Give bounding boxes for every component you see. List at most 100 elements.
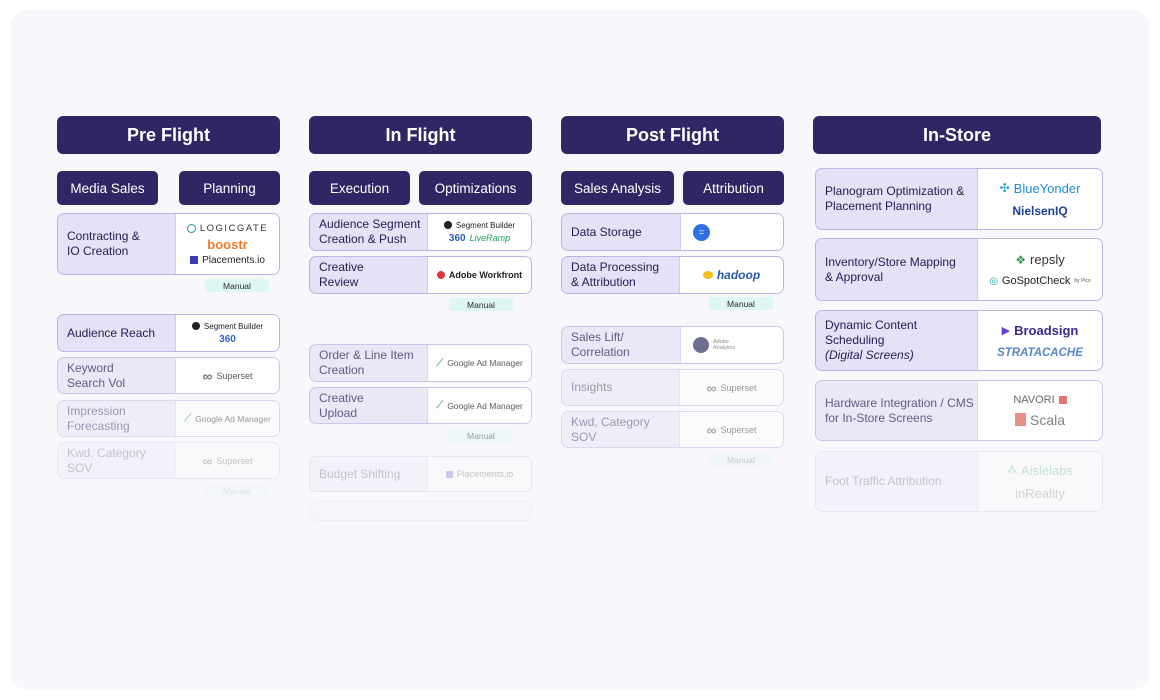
row-kwd-category[interactable]: Kwd, Category SOV ∞ Superset [57,442,280,479]
stratacache-logo: STRATACACHE [997,346,1083,359]
row-label: Audience Reach [67,325,156,340]
row-hardware-integration[interactable]: Hardware Integration / CMS for In-Store … [815,380,1103,441]
row-faded-extra [309,501,532,521]
c360-liveramp-logo: 360 LiveRamp [448,232,511,244]
analytics-icon [693,337,709,353]
column-title: In-Store [813,116,1101,154]
pill-optimizations[interactable]: Optimizations [419,171,532,205]
adobe-analytics-logo: Adobe Analytics [693,337,735,353]
row-contracting[interactable]: Contracting & IO Creation LOGICGATE boos… [57,213,280,275]
broadsign-logo: ▶ Broadsign [1001,322,1079,338]
row-impression-forecasting[interactable]: Impression Forecasting ⟋ Google Ad Manag… [57,400,280,437]
column-title: In Flight [309,116,532,154]
logo-box: ⁂ Aislelabs inReality [977,452,1102,511]
row-inventory-mapping[interactable]: Inventory/Store Mapping & Approval ❖ rep… [815,238,1103,301]
gam-icon: ⟋ [436,357,444,369]
row-label: Keyword Search Vol [67,360,126,390]
database-icon: = [693,223,710,241]
manual-tag: Manual [709,453,773,466]
superset-icon: ∞ [706,379,717,396]
segment-builder-logo: Segment Builder [191,322,263,331]
pill-attribution[interactable]: Attribution [683,171,784,205]
row-kwd-category[interactable]: Kwd, Category SOV ∞ Superset [561,411,784,448]
column-post-flight: Post Flight Sales Analysis Attribution D… [561,116,784,466]
blueyonder-icon: ✣ [999,181,1010,195]
logo-box: hadoop [679,257,783,293]
scala-logo: Scala [1014,412,1065,428]
row-audience-reach[interactable]: Audience Reach Segment Builder 360 [57,314,280,352]
pill-media-sales[interactable]: Media Sales [57,171,158,205]
gam-icon: ⟋ [436,400,444,411]
row-label: Creative Review [319,260,364,289]
row-audience-segment[interactable]: Audience Segment Creation & Push Segment… [309,213,532,251]
row-foot-traffic[interactable]: Foot Traffic Attribution ⁂ Aislelabs inR… [815,451,1103,512]
aislelabs-logo: ⁂ Aislelabs [1006,462,1074,478]
logo-box: ∞ Superset [679,370,783,405]
column-in-store: In-Store Planogram Optimization & Placem… [813,116,1103,512]
superset-logo: ∞ Superset [706,421,757,438]
google-ad-manager-logo: ⟋ Google Ad Manager [184,413,271,424]
row-creative-upload[interactable]: Creative Upload ⟋ Google Ad Manager [309,387,532,424]
gospotcheck-icon: ◎ [989,275,998,287]
workfront-icon [436,271,445,279]
row-label: Audience Segment Creation & Push [319,217,421,246]
row-label: Data Processing & Attribution [571,260,660,289]
logo-box: LOGICGATE boostr Placements.io [175,214,279,274]
logo-box: NAVORI Scala [977,381,1102,440]
row-label: Planogram Optimization & Placement Plann… [825,184,965,213]
stage-pills: Sales Analysis Attribution [561,171,784,205]
row-label: Order & Line Item Creation [319,348,414,377]
row-budget-shifting[interactable]: Budget Shifting Placements.io [309,456,532,492]
logo-box: ∞ Superset [679,412,783,447]
superset-logo: ∞ Superset [202,367,253,384]
row-insights[interactable]: Insights ∞ Superset [561,369,784,406]
pill-sales-analysis[interactable]: Sales Analysis [561,171,674,205]
blueyonder-logo: ✣ BlueYonder [999,180,1081,196]
logo-box: Adobe Analytics [680,327,783,363]
superset-icon: ∞ [706,421,717,438]
logo-box: ⟋ Google Ad Manager [175,401,279,436]
row-label: Insights [571,380,613,394]
pill-execution[interactable]: Execution [309,171,410,205]
row-label: Budget Shifting [319,466,401,481]
row-label: Hardware Integration / CMS for In-Store … [825,395,974,425]
row-creative-review[interactable]: Creative Review Adobe Workfront [309,256,532,294]
row-planogram[interactable]: Planogram Optimization & Placement Plann… [815,168,1103,230]
row-label: Contracting & IO Creation [67,229,140,258]
row-data-processing[interactable]: Data Processing & Attribution hadoop [561,256,784,294]
logo-box: = [680,214,783,250]
adobe-workfront-logo: Adobe Workfront [436,270,522,280]
row-order-line-item[interactable]: Order & Line Item Creation ⟋ Google Ad M… [309,344,532,382]
hadoop-logo: hadoop [702,268,760,282]
manual-tag: Manual [205,279,269,292]
logo-box: ▶ Broadsign STRATACACHE [977,311,1102,370]
row-data-storage[interactable]: Data Storage = [561,213,784,251]
logo-box: ❖ repsly ◎ GoSpotCheck by Pico [977,239,1102,300]
placements-logo: Placements.io [445,469,513,479]
row-dynamic-content[interactable]: Dynamic Content Scheduling (Digital Scre… [815,310,1103,371]
column-title: Post Flight [561,116,784,154]
pill-planning[interactable]: Planning [179,171,280,205]
inreality-logo: inReality [1015,485,1065,501]
row-label: Impression Forecasting [67,403,130,433]
hadoop-icon [702,271,713,279]
row-sales-lift[interactable]: Sales Lift/ Correlation Adobe Analytics [561,326,784,364]
logo-box: ⟋ Google Ad Manager [427,345,531,381]
manual-tag: Manual [205,484,269,497]
row-label: Sales Lift/ Correlation [571,330,630,359]
column-in-flight: In Flight Execution Optimizations Audien… [309,116,532,521]
row-label: Inventory/Store Mapping & Approval [825,254,956,284]
stage-pills: Media Sales Planning [57,171,280,205]
superset-icon: ∞ [202,452,213,469]
placements-logo: Placements.io [190,255,265,266]
navori-logo: NAVORI [1013,394,1067,406]
logo-box: ✣ BlueYonder NielsenIQ [977,169,1102,229]
logo-box: ∞ Superset [175,358,279,393]
manual-tag: Manual [449,298,513,311]
row-label: Data Storage [571,224,642,239]
column-pre-flight: Pre Flight Media Sales Planning Contract… [57,116,280,497]
scala-icon [1014,413,1026,426]
row-keyword-search[interactable]: Keyword Search Vol ∞ Superset [57,357,280,394]
row-label: Kwd, Category SOV [571,414,650,444]
row-label: Dynamic Content Scheduling (Digital Scre… [825,318,918,362]
